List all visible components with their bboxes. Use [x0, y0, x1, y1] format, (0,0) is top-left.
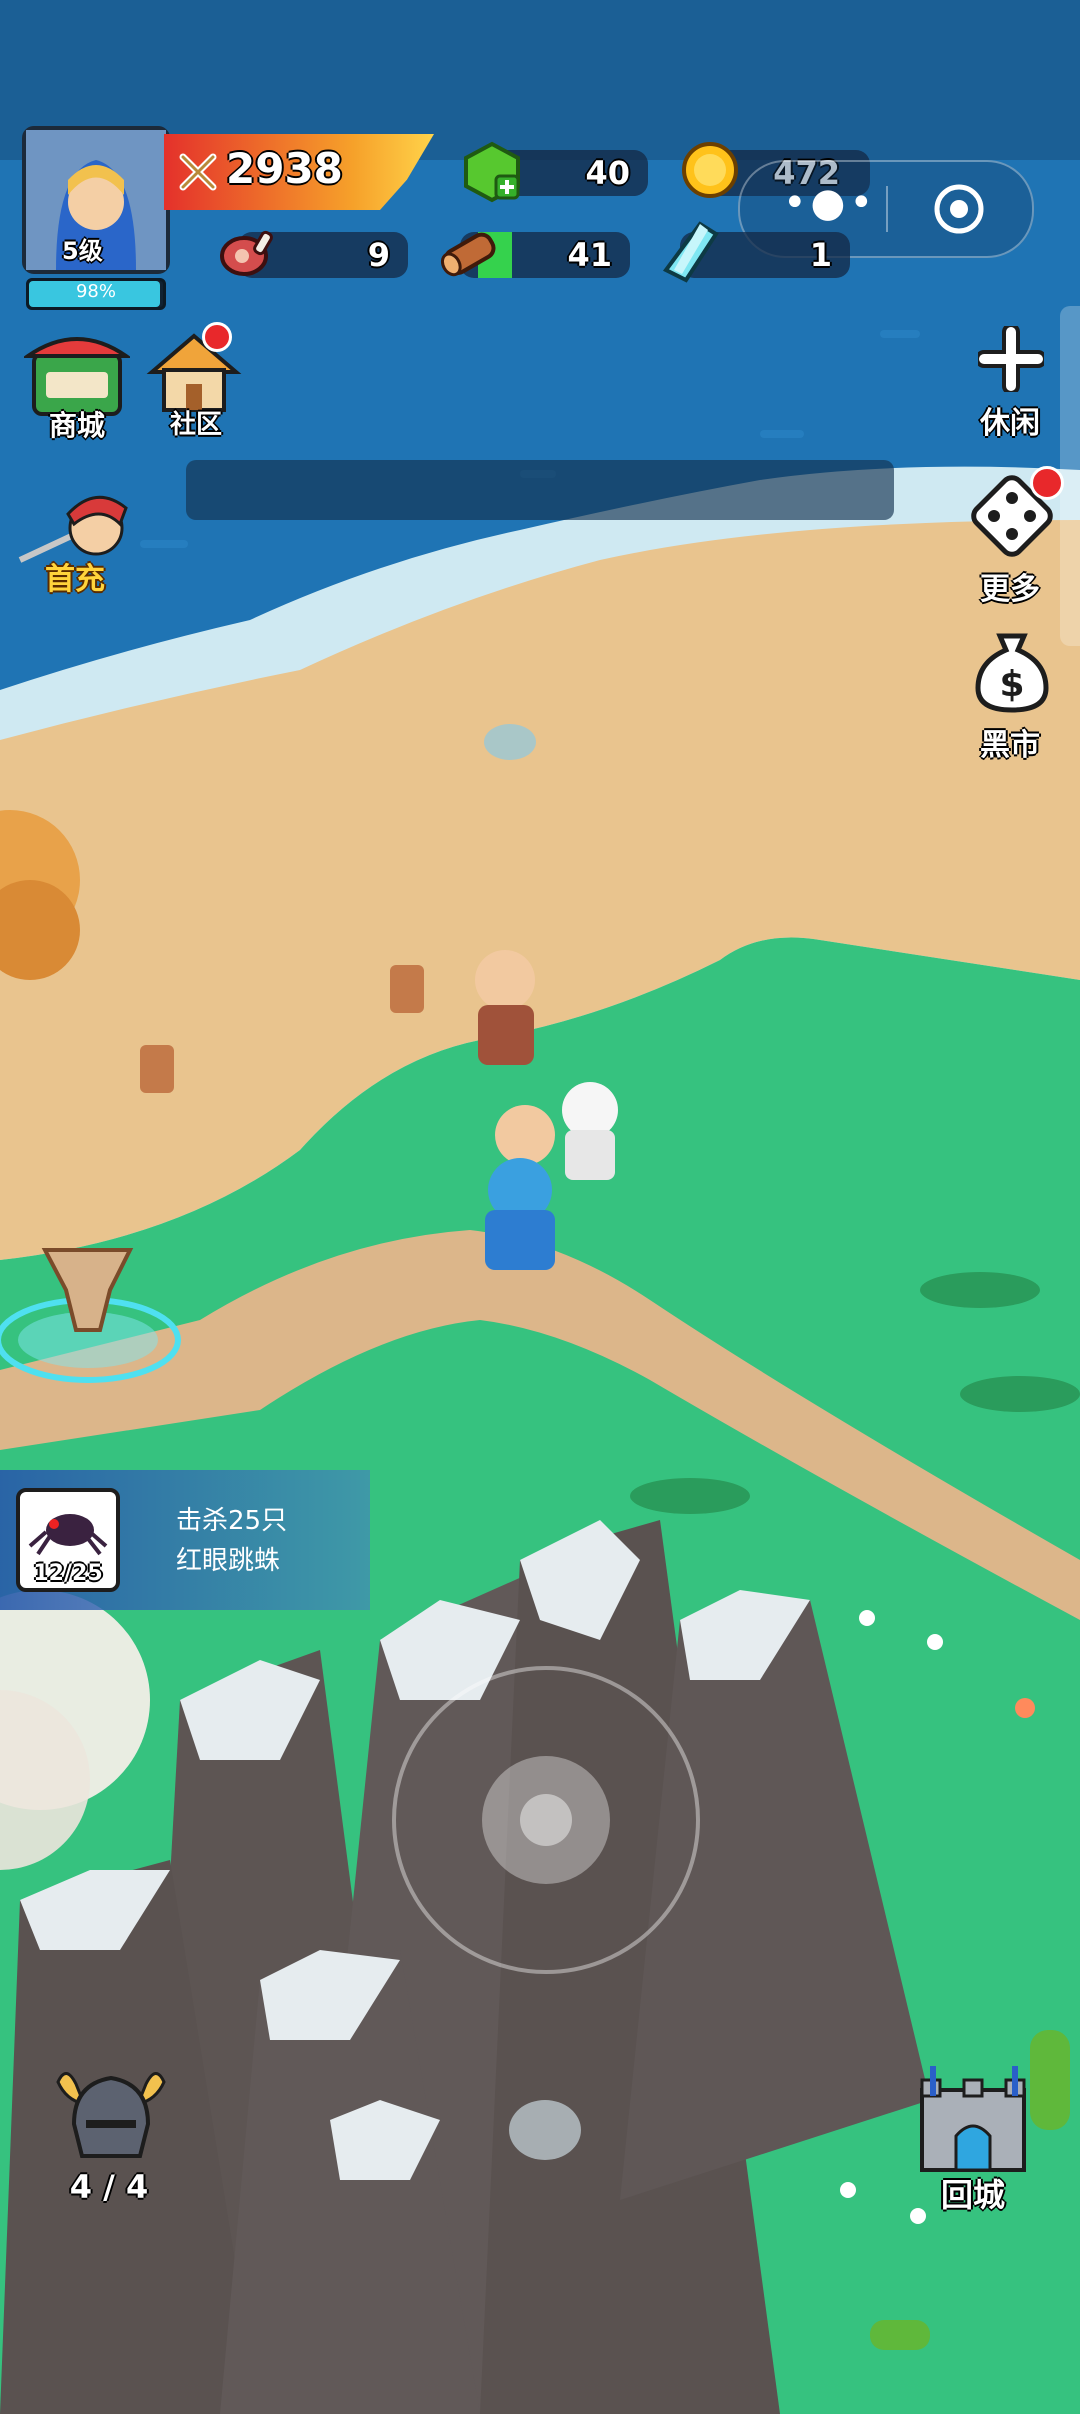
leisure-button[interactable]: 休闲 [950, 323, 1070, 446]
black-market-label: 黑市 [980, 728, 1040, 763]
svg-text:$: $ [999, 664, 1024, 705]
power-value: 2938 [226, 144, 343, 193]
leisure-label: 休闲 [980, 406, 1040, 441]
player-avatar[interactable]: 5级 [22, 126, 170, 274]
quest-progress: 12/25 [33, 1561, 103, 1586]
meat-value: 9 [367, 236, 390, 274]
gem-icon [464, 141, 520, 203]
more-label: 更多 [980, 572, 1040, 607]
crystal-value: 1 [809, 236, 832, 274]
more-options-icon[interactable]: •●• [780, 183, 880, 228]
crossed-swords-icon [179, 153, 217, 191]
meat-icon [220, 230, 273, 276]
first-recharge-label: 首充 [45, 562, 105, 597]
shop-label: 商城 [48, 409, 105, 442]
first-recharge-button[interactable]: 首充 [10, 478, 140, 597]
black-market-button[interactable]: $ 黑市 [950, 626, 1070, 766]
community-notification-dot [202, 322, 232, 352]
more-notification-dot [1030, 466, 1064, 500]
community-button[interactable]: 社区 [146, 322, 246, 448]
helmet-icon [56, 2072, 166, 2158]
exp-percent: 98% [75, 281, 116, 302]
quest-panel[interactable]: 12/25 击杀25只 红眼跳蛛 [0, 1470, 370, 1610]
close-target-icon[interactable] [932, 182, 986, 236]
joystick-knob[interactable] [482, 1756, 610, 1884]
message-bar [186, 460, 894, 520]
return-city-label: 回城 [940, 2176, 1005, 2214]
plus-icon [975, 323, 1047, 395]
money-bag-icon: $ [975, 633, 1049, 713]
player-level: 5级 [62, 237, 103, 265]
spider-icon [28, 1514, 108, 1556]
exp-bar: 98% [26, 278, 166, 310]
quest-line-1: 击杀25只 [176, 1506, 288, 1536]
helmet-count: 4 / 4 [69, 2168, 149, 2206]
community-label: 社区 [169, 410, 222, 440]
wood-icon [440, 232, 496, 277]
quest-target-frame: 12/25 [16, 1488, 120, 1592]
more-button[interactable]: 更多 [950, 466, 1070, 610]
quest-line-2: 红眼跳蛛 [176, 1546, 281, 1576]
crystal-icon [662, 221, 719, 283]
wood-value: 41 [567, 236, 612, 274]
return-city-button[interactable]: 回城 [908, 2066, 1038, 2226]
coin-icon [682, 142, 738, 198]
gem-value: 40 [585, 154, 630, 192]
shop-button[interactable]: 商城 [21, 324, 133, 444]
castle-icon [920, 2066, 1026, 2172]
helmet-button[interactable]: 4 / 4 [56, 2064, 166, 2214]
virtual-joystick[interactable] [392, 1666, 700, 1974]
